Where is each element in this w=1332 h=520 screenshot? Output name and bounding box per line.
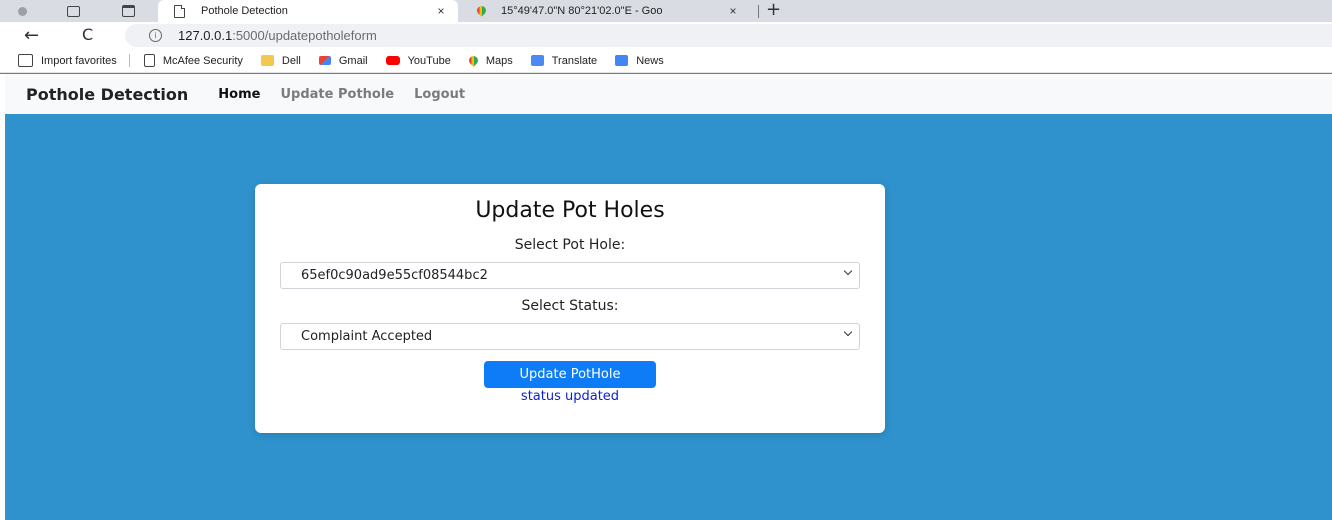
- back-button[interactable]: ←: [24, 25, 39, 46]
- bookmark-label: Dell: [281, 54, 301, 67]
- pothole-select-value: 65ef0c90ad9e55cf08544bc2: [301, 268, 488, 283]
- youtube-icon: [385, 56, 400, 65]
- bookmark-label: YouTube: [407, 54, 451, 67]
- news-icon: [615, 55, 629, 66]
- bookmark-label: Maps: [485, 54, 513, 67]
- nav-home-link[interactable]: Home: [218, 87, 260, 102]
- chevron-down-icon: [843, 329, 853, 339]
- workspaces-button[interactable]: [65, 3, 81, 19]
- tab-title: 15°49'47.0"N 80°21'02.0"E - Goo: [501, 5, 663, 17]
- bookmark-import-favorites[interactable]: Import favorites: [18, 54, 117, 67]
- bookmark-label: Gmail: [338, 54, 368, 67]
- pothole-select[interactable]: 65ef0c90ad9e55cf08544bc2: [280, 262, 860, 289]
- tab-actions-button[interactable]: [120, 3, 136, 19]
- avatar-icon: [17, 6, 27, 16]
- bookmark-translate[interactable]: Translate: [530, 54, 598, 67]
- translate-icon: [530, 55, 544, 66]
- bookmark-gmail[interactable]: Gmail: [318, 54, 368, 67]
- gmail-icon: [318, 56, 331, 65]
- folder-icon: [260, 55, 274, 66]
- bookmark-news[interactable]: News: [615, 55, 664, 67]
- status-select-label: Select Status:: [521, 298, 619, 314]
- update-form-card: Update Pot Holes Select Pot Hole: 65ef0c…: [255, 184, 885, 433]
- import-icon: [18, 54, 33, 67]
- app-navbar: Pothole Detection Home Update Pothole Lo…: [5, 74, 1332, 114]
- url-input[interactable]: i 127.0.0.1:5000/updatepotholeform: [125, 24, 1332, 47]
- tab-strip: Pothole Detection × 15°49'47.0"N 80°21'0…: [0, 0, 1332, 22]
- bookmark-maps[interactable]: Maps: [466, 54, 513, 67]
- bookmark-label: Import favorites: [41, 54, 117, 67]
- tab-google-maps[interactable]: 15°49'47.0"N 80°21'02.0"E - Goo ×: [460, 0, 750, 22]
- tab-separator: [758, 5, 759, 18]
- pothole-select-label: Select Pot Hole:: [514, 237, 626, 253]
- url-host: 127.0.0.1: [178, 28, 233, 43]
- navbar-brand[interactable]: Pothole Detection: [26, 85, 188, 104]
- bookmark-label: McAfee Security: [162, 54, 243, 67]
- site-info-icon[interactable]: i: [149, 29, 162, 42]
- status-select-value: Complaint Accepted: [301, 329, 433, 344]
- chevron-down-icon: [843, 268, 853, 278]
- tab-close-button[interactable]: ×: [434, 4, 448, 18]
- bookmarks-bar: Import favorites McAfee Security Dell Gm…: [0, 49, 1332, 73]
- bookmark-label: Translate: [551, 54, 598, 67]
- bookmark-dell[interactable]: Dell: [260, 54, 301, 67]
- tab-pothole-detection[interactable]: Pothole Detection ×: [158, 0, 458, 22]
- address-bar: ← C i 127.0.0.1:5000/updatepotholeform: [0, 22, 1332, 49]
- maps-icon: [466, 54, 480, 67]
- url-path: :5000/updatepotholeform: [232, 28, 377, 43]
- profile-avatar[interactable]: [14, 3, 30, 19]
- bookmark-youtube[interactable]: YouTube: [385, 54, 451, 67]
- status-message: status updated: [520, 389, 620, 404]
- tab-close-button[interactable]: ×: [726, 4, 740, 18]
- nav-logout-link[interactable]: Logout: [414, 87, 465, 102]
- form-title: Update Pot Holes: [475, 198, 665, 223]
- reload-button[interactable]: C: [82, 25, 93, 44]
- window-edge: [0, 74, 5, 520]
- update-pothole-button[interactable]: Update PotHole: [484, 361, 656, 388]
- page-icon: [143, 54, 155, 67]
- workspaces-icon: [66, 5, 80, 17]
- maps-pin-icon: [476, 6, 487, 17]
- bookmark-separator: [128, 54, 130, 67]
- tab-title: Pothole Detection: [201, 5, 288, 17]
- page-icon: [174, 4, 185, 18]
- new-tab-button[interactable]: +: [766, 1, 781, 19]
- bookmark-mcafee[interactable]: McAfee Security: [143, 54, 243, 67]
- bookmark-label: News: [636, 54, 664, 67]
- status-select[interactable]: Complaint Accepted: [280, 323, 860, 350]
- tab-actions-icon: [121, 5, 135, 17]
- nav-update-pothole-link[interactable]: Update Pothole: [280, 87, 394, 102]
